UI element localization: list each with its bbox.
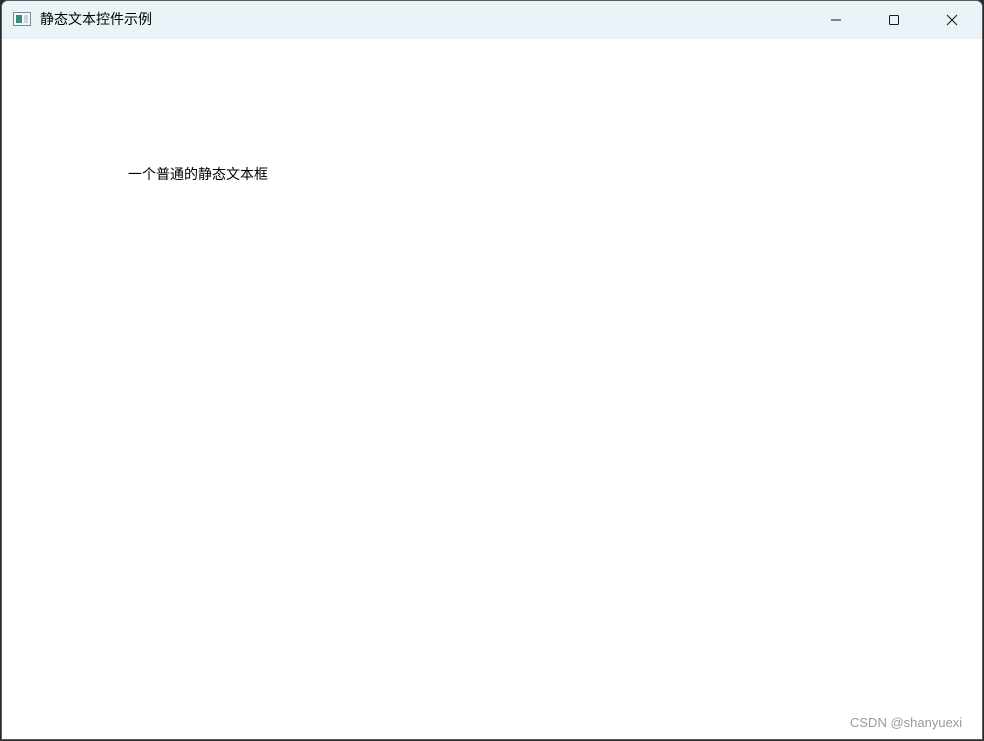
app-window: 静态文本控件示例 一个普通的静态文本框 CSDN @shanyuexi <box>1 0 983 740</box>
minimize-button[interactable] <box>807 1 865 39</box>
maximize-button[interactable] <box>865 1 923 39</box>
window-title: 静态文本控件示例 <box>40 12 152 28</box>
static-text-label: 一个普通的静态文本框 <box>128 167 268 183</box>
app-window-icon[interactable] <box>13 12 31 26</box>
close-icon <box>946 14 958 26</box>
minimize-icon <box>831 19 841 21</box>
csdn-watermark: CSDN @shanyuexi <box>850 715 963 730</box>
close-button[interactable] <box>923 1 981 39</box>
title-bar[interactable]: 静态文本控件示例 <box>2 1 982 39</box>
maximize-icon <box>889 15 899 25</box>
app-icon-pane-secondary <box>24 15 28 23</box>
app-icon-pane <box>16 15 22 23</box>
